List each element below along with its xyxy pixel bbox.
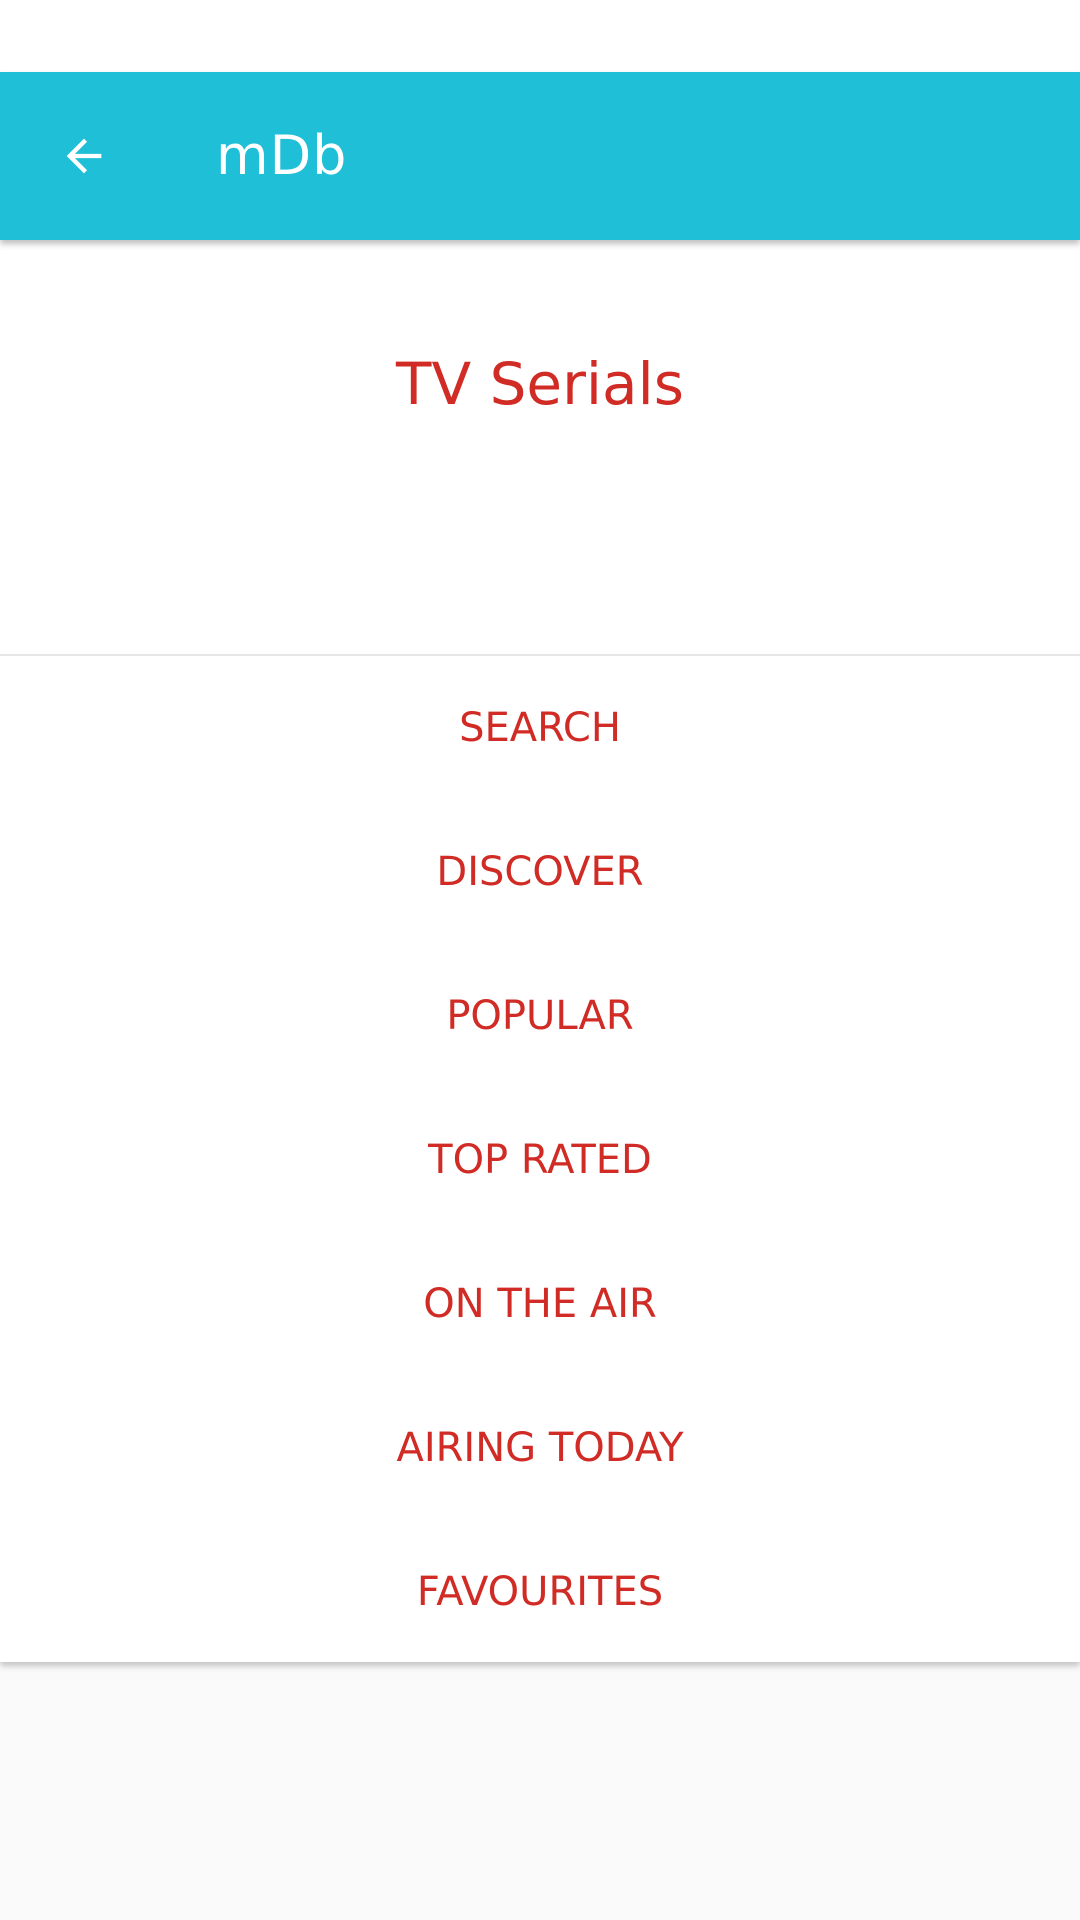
app-title: mDb xyxy=(216,124,348,187)
section-title: TV Serials xyxy=(396,350,684,418)
back-button[interactable] xyxy=(36,108,132,204)
menu-item-search[interactable]: SEARCH xyxy=(0,656,1080,800)
menu-item-favourites[interactable]: FAVOURITES xyxy=(0,1520,1080,1664)
app-bar: mDb xyxy=(0,72,1080,240)
menu-item-discover[interactable]: DISCOVER xyxy=(0,800,1080,944)
menu-item-popular[interactable]: POPULAR xyxy=(0,944,1080,1088)
menu-list: SEARCH DISCOVER POPULAR TOP RATED ON THE… xyxy=(0,656,1080,1664)
arrow-back-icon xyxy=(58,130,110,182)
menu-item-on-the-air[interactable]: ON THE AIR xyxy=(0,1232,1080,1376)
status-bar xyxy=(0,0,1080,72)
menu-card: TV Serials SEARCH DISCOVER POPULAR TOP R… xyxy=(0,240,1080,1662)
menu-item-airing-today[interactable]: AIRING TODAY xyxy=(0,1376,1080,1520)
menu-item-top-rated[interactable]: TOP RATED xyxy=(0,1088,1080,1232)
